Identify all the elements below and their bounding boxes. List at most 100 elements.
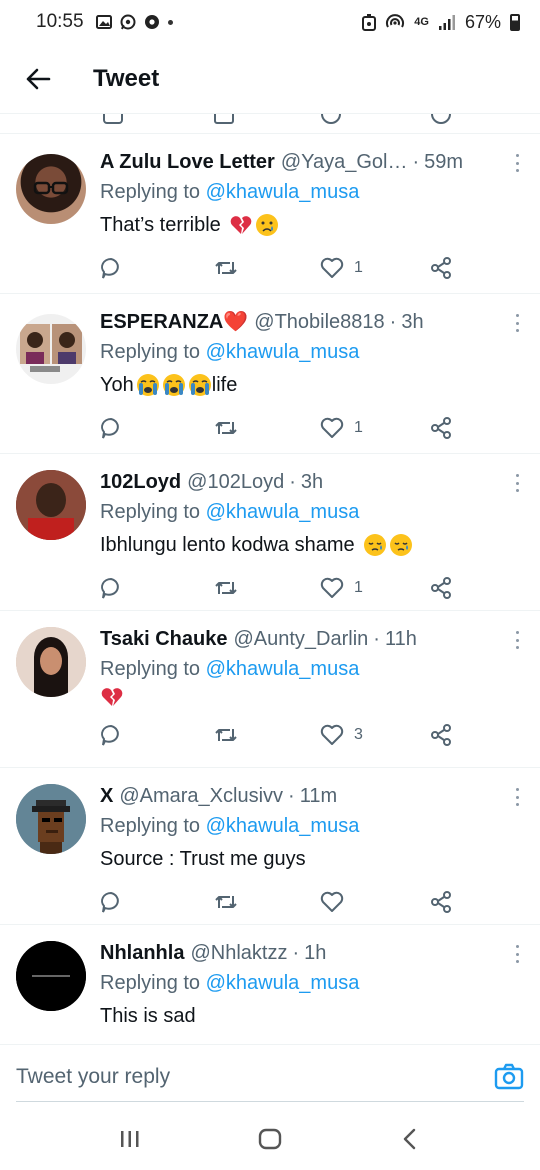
mention-link[interactable]: @khawula_musa: [206, 815, 360, 837]
user-handle[interactable]: @Nhlaktzz: [190, 939, 287, 967]
home-button[interactable]: [250, 1119, 290, 1159]
tweet-actions: 1: [100, 562, 520, 614]
avatar[interactable]: [16, 470, 86, 540]
retweet-icon: [215, 262, 237, 274]
tweet-age: 3h: [300, 471, 324, 493]
mention-link[interactable]: @khawula_musa: [206, 501, 360, 523]
back-nav-button[interactable]: [390, 1119, 430, 1159]
reply-tweet[interactable]: 102Loyd @102Loyd · 3h Replying to @khawu…: [0, 454, 540, 611]
mention-link[interactable]: @khawula_musa: [206, 658, 360, 680]
user-handle[interactable]: @102Loyd: [187, 468, 284, 496]
retweet-button[interactable]: [214, 258, 238, 278]
tweet-age: 1h: [304, 942, 327, 964]
reply-icon[interactable]: [103, 114, 123, 124]
camera-icon[interactable]: [494, 1062, 524, 1092]
mention-link[interactable]: @khawula_musa: [206, 181, 360, 203]
user-handle[interactable]: @Yaya_Gol…: [281, 148, 408, 176]
battery-icon: [510, 13, 520, 31]
avatar[interactable]: [16, 627, 86, 697]
replying-prefix: Replying to: [100, 181, 201, 203]
reply-input[interactable]: Tweet your reply: [16, 1065, 170, 1089]
more-options-icon[interactable]: [514, 154, 520, 172]
home-icon: [258, 1128, 282, 1150]
user-handle[interactable]: @Amara_Xclusivv: [119, 782, 283, 810]
display-name[interactable]: 102Loyd: [100, 468, 181, 496]
notification-icons: [95, 14, 173, 30]
back-button[interactable]: [18, 59, 58, 99]
more-options-icon[interactable]: [514, 314, 520, 332]
reply-tweet[interactable]: ESPERANZA❤️ @Thobile8818 · 3h Replying t…: [0, 294, 540, 454]
like-count: 3: [354, 726, 363, 743]
reply-button[interactable]: [100, 724, 122, 746]
avatar[interactable]: [16, 784, 86, 854]
tweet-text-content: Ibhlungu lento kodwa shame: [100, 534, 355, 556]
share-button[interactable]: [430, 417, 452, 439]
more-options-icon[interactable]: [514, 631, 520, 649]
mention-link[interactable]: @khawula_musa: [206, 341, 360, 363]
like-button[interactable]: [320, 891, 354, 913]
separator-dot: ·: [412, 151, 420, 173]
recent-apps-button[interactable]: [110, 1119, 150, 1159]
avatar[interactable]: [16, 154, 86, 224]
share-button[interactable]: [430, 257, 452, 279]
tweet-text: Ibhlungu lento kodwa shame: [100, 528, 520, 562]
profile-photo-icon: [16, 627, 86, 697]
user-handle[interactable]: @Aunty_Darlin: [233, 625, 368, 653]
tweet-actions: 1: [100, 402, 520, 454]
more-options-icon[interactable]: [514, 788, 520, 806]
reply-button[interactable]: [100, 257, 122, 279]
loudly-crying-face-icon: [162, 374, 185, 396]
reply-button[interactable]: [100, 577, 122, 599]
tweet-meta: X @Amara_Xclusivv · 11m: [100, 782, 520, 810]
more-options-icon[interactable]: [514, 945, 520, 963]
more-options-icon[interactable]: [514, 474, 520, 492]
loudly-crying-face-icon: [136, 374, 159, 396]
avatar[interactable]: [16, 941, 86, 1011]
gallery-icon: [95, 15, 112, 29]
like-button[interactable]: 1: [320, 577, 363, 599]
avatar[interactable]: [16, 314, 86, 384]
share-button[interactable]: [430, 724, 452, 746]
retweet-button[interactable]: [214, 892, 238, 912]
replies-feed[interactable]: A Zulu Love Letter @Yaya_Gol… · 59m Repl…: [0, 134, 540, 1043]
tweet-meta: 102Loyd @102Loyd · 3h: [100, 468, 520, 496]
broken-heart-icon: [230, 216, 252, 234]
retweet-icon: [215, 896, 237, 908]
tweet-text-content: This is sad: [100, 1005, 196, 1027]
like-button[interactable]: 3: [320, 724, 363, 746]
system-nav-bar: [0, 1108, 540, 1170]
reply-tweet[interactable]: X @Amara_Xclusivv · 11m Replying to @kha…: [0, 768, 540, 925]
retweet-icon[interactable]: [214, 114, 234, 124]
display-name[interactable]: Nhlanhla: [100, 939, 184, 967]
tweet-text: That’s terrible: [100, 208, 520, 242]
reply-icon: [101, 257, 119, 279]
display-name[interactable]: X: [100, 782, 113, 810]
share-button[interactable]: [430, 891, 452, 913]
display-name[interactable]: ESPERANZA❤️: [100, 308, 248, 336]
reply-tweet[interactable]: A Zulu Love Letter @Yaya_Gol… · 59m Repl…: [0, 134, 540, 294]
display-name[interactable]: A Zulu Love Letter: [100, 148, 275, 176]
reply-tweet[interactable]: Tsaki Chauke @Aunty_Darlin · 11h Replyin…: [0, 611, 540, 768]
retweet-icon: [215, 582, 237, 594]
reply-button[interactable]: [100, 417, 122, 439]
broken-heart-icon: [101, 688, 123, 706]
display-name[interactable]: Tsaki Chauke: [100, 625, 227, 653]
tweet-age: 11h: [384, 628, 417, 650]
user-handle[interactable]: @Thobile8818: [254, 308, 384, 336]
mention-link[interactable]: @khawula_musa: [206, 972, 360, 994]
like-button[interactable]: 1: [320, 417, 363, 439]
tweet-age: 11m: [299, 785, 338, 807]
retweet-button[interactable]: [214, 418, 238, 438]
share-button[interactable]: [430, 577, 452, 599]
retweet-button[interactable]: [214, 725, 238, 745]
like-button[interactable]: 1: [320, 257, 363, 279]
reply-tweet[interactable]: Nhlanhla @Nhlaktzz · 1h Replying to @kha…: [0, 925, 540, 1043]
reply-button[interactable]: [100, 891, 122, 913]
heart-icon: [320, 417, 344, 438]
reply-composer[interactable]: Tweet your reply: [0, 1044, 540, 1108]
like-icon[interactable]: [321, 114, 341, 124]
share-icon[interactable]: [431, 114, 451, 124]
retweet-button[interactable]: [214, 578, 238, 598]
tweet-age: 3h: [401, 311, 424, 333]
share-icon: [431, 891, 451, 913]
